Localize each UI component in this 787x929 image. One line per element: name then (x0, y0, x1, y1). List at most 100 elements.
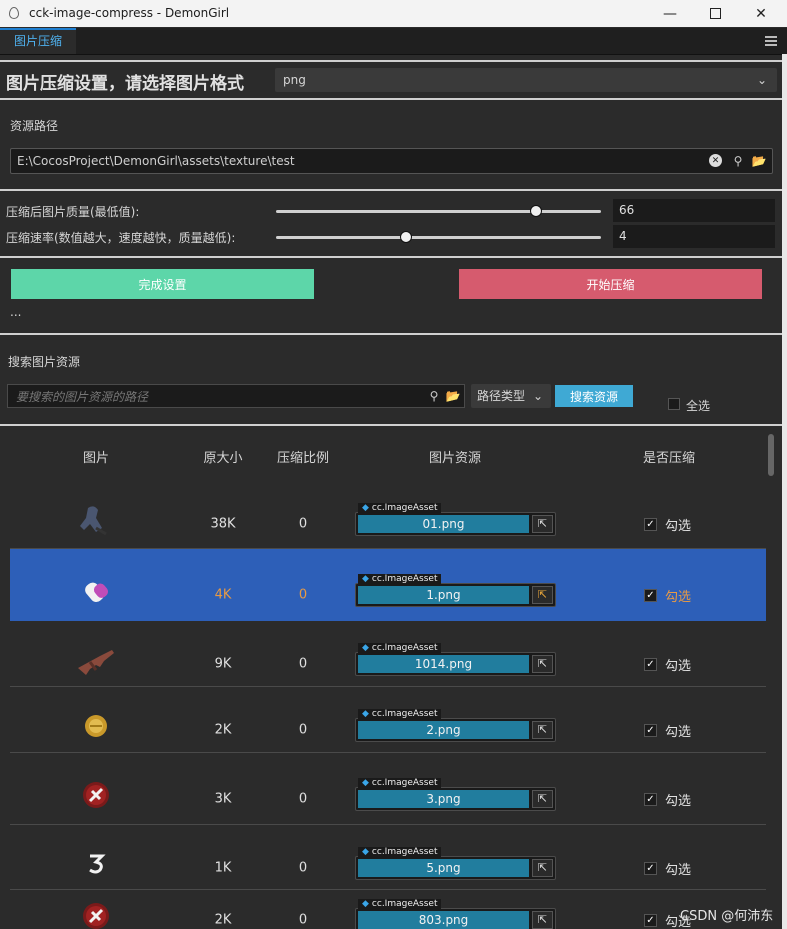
compress-checkbox-label: 勾选 (665, 725, 692, 740)
menu-icon[interactable] (765, 36, 777, 46)
clear-icon[interactable]: ✕ (709, 154, 722, 167)
col-header-image: 图片 (82, 451, 110, 466)
weapon-badge-thumbnail (74, 773, 118, 817)
search-assets-button[interactable]: 搜索资源 (555, 385, 633, 407)
asset-name[interactable]: 5.png (358, 858, 529, 877)
asset-type-tag: ◆ cc.ImageAsset (358, 709, 442, 720)
speed-slider-thumb[interactable] (400, 231, 412, 243)
table-row[interactable]: 38K 0 ◆ cc.ImageAsset 01.png ⇱ ✓ 勾选 (10, 478, 766, 549)
asset-field[interactable]: ◆ cc.ImageAsset 1014.png ⇱ (355, 643, 556, 676)
table-row[interactable]: 4K 0 ◆ cc.ImageAsset 1.png ⇱ ✓ 勾选 (10, 549, 766, 621)
asset-name[interactable]: 1014.png (358, 655, 529, 673)
asset-name[interactable]: 803.png (358, 911, 529, 929)
asset-name[interactable]: 1.png (358, 586, 529, 604)
compress-checkbox[interactable]: ✓ (644, 658, 657, 671)
resource-path-field[interactable]: E:\CocosProject\DemonGirl\assets\texture… (10, 148, 773, 174)
divider (0, 60, 782, 62)
original-size: 9K (214, 656, 232, 672)
asset-field[interactable]: ◆ cc.ImageAsset 3.png ⇱ (355, 778, 556, 811)
divider (0, 256, 782, 258)
compress-checkbox-label: 勾选 (665, 659, 692, 674)
maximize-button[interactable] (692, 0, 738, 27)
diamond-icon: ◆ (362, 846, 369, 857)
quality-input[interactable]: 66 (613, 199, 775, 222)
select-all-label: 全选 (686, 399, 711, 413)
speed-slider-track[interactable] (276, 236, 601, 239)
original-size: 2K (214, 912, 232, 928)
app-icon (9, 7, 19, 19)
settings-title: 图片压缩设置，请选择图片格式 (6, 74, 244, 94)
quality-slider-track[interactable] (276, 210, 601, 213)
tab-image-compress[interactable]: 图片压缩 (0, 28, 76, 54)
watermark: CSDN @何沛东 (680, 909, 774, 924)
original-size: 2K (214, 722, 232, 738)
compress-checkbox[interactable]: ✓ (644, 517, 657, 531)
close-button[interactable]: ✕ (738, 0, 784, 27)
search-section-label: 搜索图片资源 (8, 355, 81, 369)
close-icon: ✕ (755, 5, 767, 22)
cursor-pick-icon[interactable]: ⇱ (532, 790, 553, 808)
start-compress-button[interactable]: 开始压缩 (459, 269, 762, 299)
digit-thumbnail (74, 842, 118, 886)
original-size: 1K (214, 860, 232, 875)
asset-field[interactable]: ◆ cc.ImageAsset 2.png ⇱ (355, 709, 556, 742)
table-scrollbar[interactable] (768, 434, 774, 476)
compress-ratio: 0 (298, 656, 308, 672)
compress-checkbox[interactable]: ✓ (644, 589, 657, 602)
compress-checkbox[interactable]: ✓ (644, 914, 657, 927)
minimize-button[interactable]: — (647, 0, 693, 27)
divider (0, 189, 782, 191)
compress-checkbox[interactable]: ✓ (644, 861, 657, 875)
zoom-icon[interactable]: ⚲ (426, 388, 442, 404)
window-titlebar: cck-image-compress - DemonGirl — ✕ (0, 0, 787, 27)
maximize-icon (709, 8, 721, 19)
compress-checkbox[interactable]: ✓ (644, 724, 657, 737)
cursor-pick-icon[interactable]: ⇱ (532, 911, 553, 929)
folder-icon[interactable]: 📂 (750, 152, 768, 170)
asset-type-tag: ◆ cc.ImageAsset (358, 574, 442, 585)
cursor-pick-icon[interactable]: ⇱ (532, 586, 553, 604)
asset-field[interactable]: ◆ cc.ImageAsset 803.png ⇱ (355, 899, 556, 929)
compress-checkbox[interactable]: ✓ (644, 793, 657, 806)
potion-thumbnail (74, 569, 118, 613)
table-row[interactable]: 1K 0 ◆ cc.ImageAsset 5.png ⇱ ✓ 勾选 (10, 825, 766, 890)
zoom-icon[interactable]: ⚲ (730, 152, 746, 170)
quality-slider-thumb[interactable] (530, 205, 542, 217)
diamond-icon: ◆ (362, 899, 369, 909)
cursor-pick-icon[interactable]: ⇱ (532, 655, 553, 673)
col-header-asset: 图片资源 (428, 451, 482, 466)
original-size: 3K (214, 791, 232, 807)
format-select[interactable]: png ⌄ (275, 68, 777, 92)
speed-input[interactable]: 4 (613, 225, 775, 248)
path-type-label: 路径类型 (477, 389, 526, 403)
select-all-checkbox[interactable] (668, 398, 680, 410)
coin-thumbnail (74, 704, 118, 748)
minimize-icon: — (663, 5, 677, 22)
asset-name[interactable]: 3.png (358, 790, 529, 808)
search-input[interactable] (14, 387, 418, 407)
folder-icon[interactable]: 📂 (444, 388, 462, 404)
cursor-pick-icon[interactable]: ⇱ (532, 858, 553, 877)
table-row[interactable]: 3K 0 ◆ cc.ImageAsset 3.png ⇱ ✓ 勾选 (10, 753, 766, 825)
compress-ratio: 0 (298, 912, 308, 928)
compress-checkbox-label: 勾选 (665, 590, 692, 605)
table-row[interactable]: 2K 0 ◆ cc.ImageAsset 803.png ⇱ ✓ 勾选 (10, 890, 766, 929)
asset-field[interactable]: ◆ cc.ImageAsset 5.png ⇱ (355, 846, 556, 880)
asset-field[interactable]: ◆ cc.ImageAsset 1.png ⇱ (355, 574, 556, 607)
cursor-pick-icon[interactable]: ⇱ (532, 514, 553, 533)
asset-field[interactable]: ◆ cc.ImageAsset 01.png ⇱ (355, 502, 556, 536)
original-size: 38K (210, 516, 236, 531)
divider (0, 333, 782, 335)
compress-checkbox-label: 勾选 (665, 518, 692, 534)
table-row[interactable]: 2K 0 ◆ cc.ImageAsset 2.png ⇱ ✓ 勾选 (10, 687, 766, 753)
diamond-icon: ◆ (362, 574, 369, 584)
search-field[interactable]: ⚲ 📂 (7, 384, 465, 408)
asset-name[interactable]: 2.png (358, 721, 529, 739)
rifle-thumbnail (74, 638, 118, 682)
asset-name[interactable]: 01.png (358, 514, 529, 533)
asset-type-label: cc.ImageAsset (371, 778, 438, 788)
cursor-pick-icon[interactable]: ⇱ (532, 721, 553, 739)
table-row[interactable]: 9K 0 ◆ cc.ImageAsset 1014.png ⇱ ✓ 勾选 (10, 621, 766, 687)
path-type-select[interactable]: 路径类型 ⌄ (471, 384, 551, 408)
finish-settings-button[interactable]: 完成设置 (11, 269, 314, 299)
